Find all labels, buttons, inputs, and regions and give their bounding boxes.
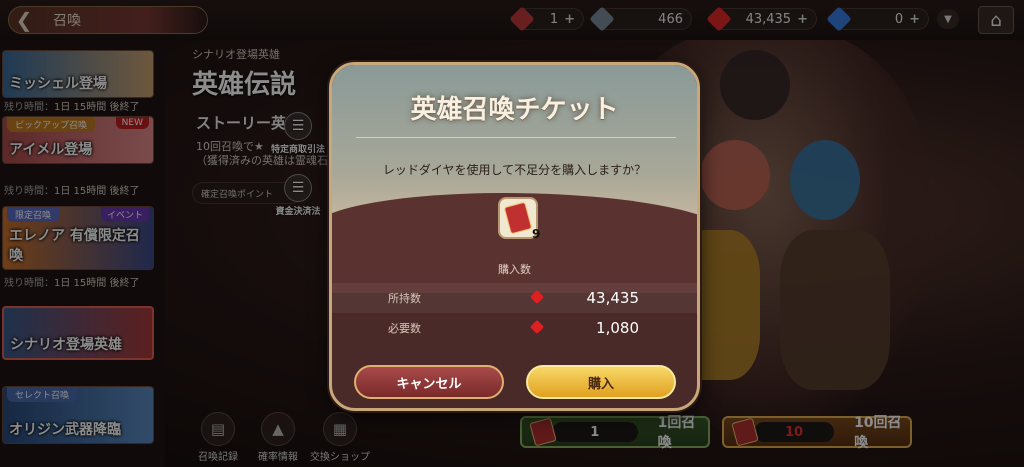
buy-button[interactable]: 購入: [526, 365, 676, 399]
purchase-dialog: 英雄召喚チケット レッドダイヤを使用して不足分を購入しますか？ 9 購入数 所持…: [329, 62, 700, 411]
ticket-quantity: 9: [532, 227, 541, 241]
buy-amount-label: 購入数: [498, 263, 531, 276]
dialog-message: レッドダイヤを使用して不足分を購入しますか？: [382, 163, 647, 177]
required-row: 必要数 1,080: [388, 319, 639, 337]
owned-value: 43,435: [586, 289, 640, 307]
required-value: 1,080: [596, 319, 639, 337]
cancel-button[interactable]: キャンセル: [354, 365, 504, 399]
dialog-divider: [356, 137, 676, 138]
red-diamond-icon: [529, 289, 545, 305]
red-diamond-icon: [529, 319, 545, 335]
dialog-title: 英雄召喚チケット: [410, 95, 619, 125]
owned-row: 所持数 43,435: [332, 283, 697, 313]
